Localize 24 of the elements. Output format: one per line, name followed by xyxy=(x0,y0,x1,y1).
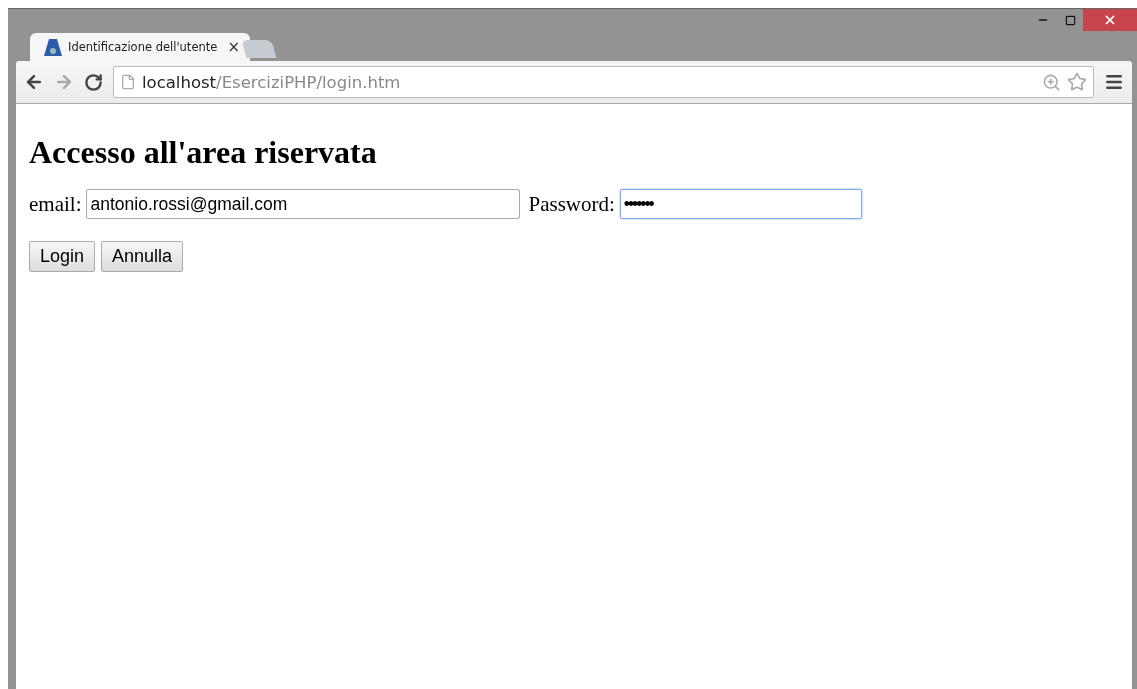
tab-title: Identificazione dell'utente xyxy=(68,40,219,54)
page-heading: Accesso all'area riservata xyxy=(29,134,378,171)
browser-tab[interactable] xyxy=(241,40,277,58)
field-label: email: xyxy=(29,191,82,217)
menu-icon[interactable] xyxy=(1104,72,1124,92)
back-icon[interactable] xyxy=(24,72,44,92)
address-bar[interactable]: localhost/EserciziPHP/login.htm xyxy=(113,66,1094,98)
zoom-icon[interactable] xyxy=(1042,72,1061,92)
close-icon xyxy=(1103,13,1117,27)
site-icon xyxy=(44,38,62,56)
password-field[interactable]: ••••••• xyxy=(619,189,862,219)
url-text: localhost/EserciziPHP/login.htm xyxy=(142,72,402,92)
login-button[interactable]: Login xyxy=(29,241,96,272)
maximize-icon xyxy=(1064,14,1076,26)
close-button[interactable] xyxy=(1083,9,1137,31)
field-label: Password: xyxy=(528,191,615,217)
star-icon[interactable] xyxy=(1067,72,1087,92)
reload-icon[interactable] xyxy=(84,72,103,92)
cancel-button[interactable]: Annulla xyxy=(101,241,184,272)
page-icon xyxy=(120,74,136,90)
browser-tab[interactable]: Identificazione dell'utente × xyxy=(30,33,250,61)
email-field[interactable]: antonio.rossi@gmail.com xyxy=(86,189,521,219)
tab-close-button[interactable]: × xyxy=(227,38,240,56)
forward-icon[interactable] xyxy=(54,72,74,92)
